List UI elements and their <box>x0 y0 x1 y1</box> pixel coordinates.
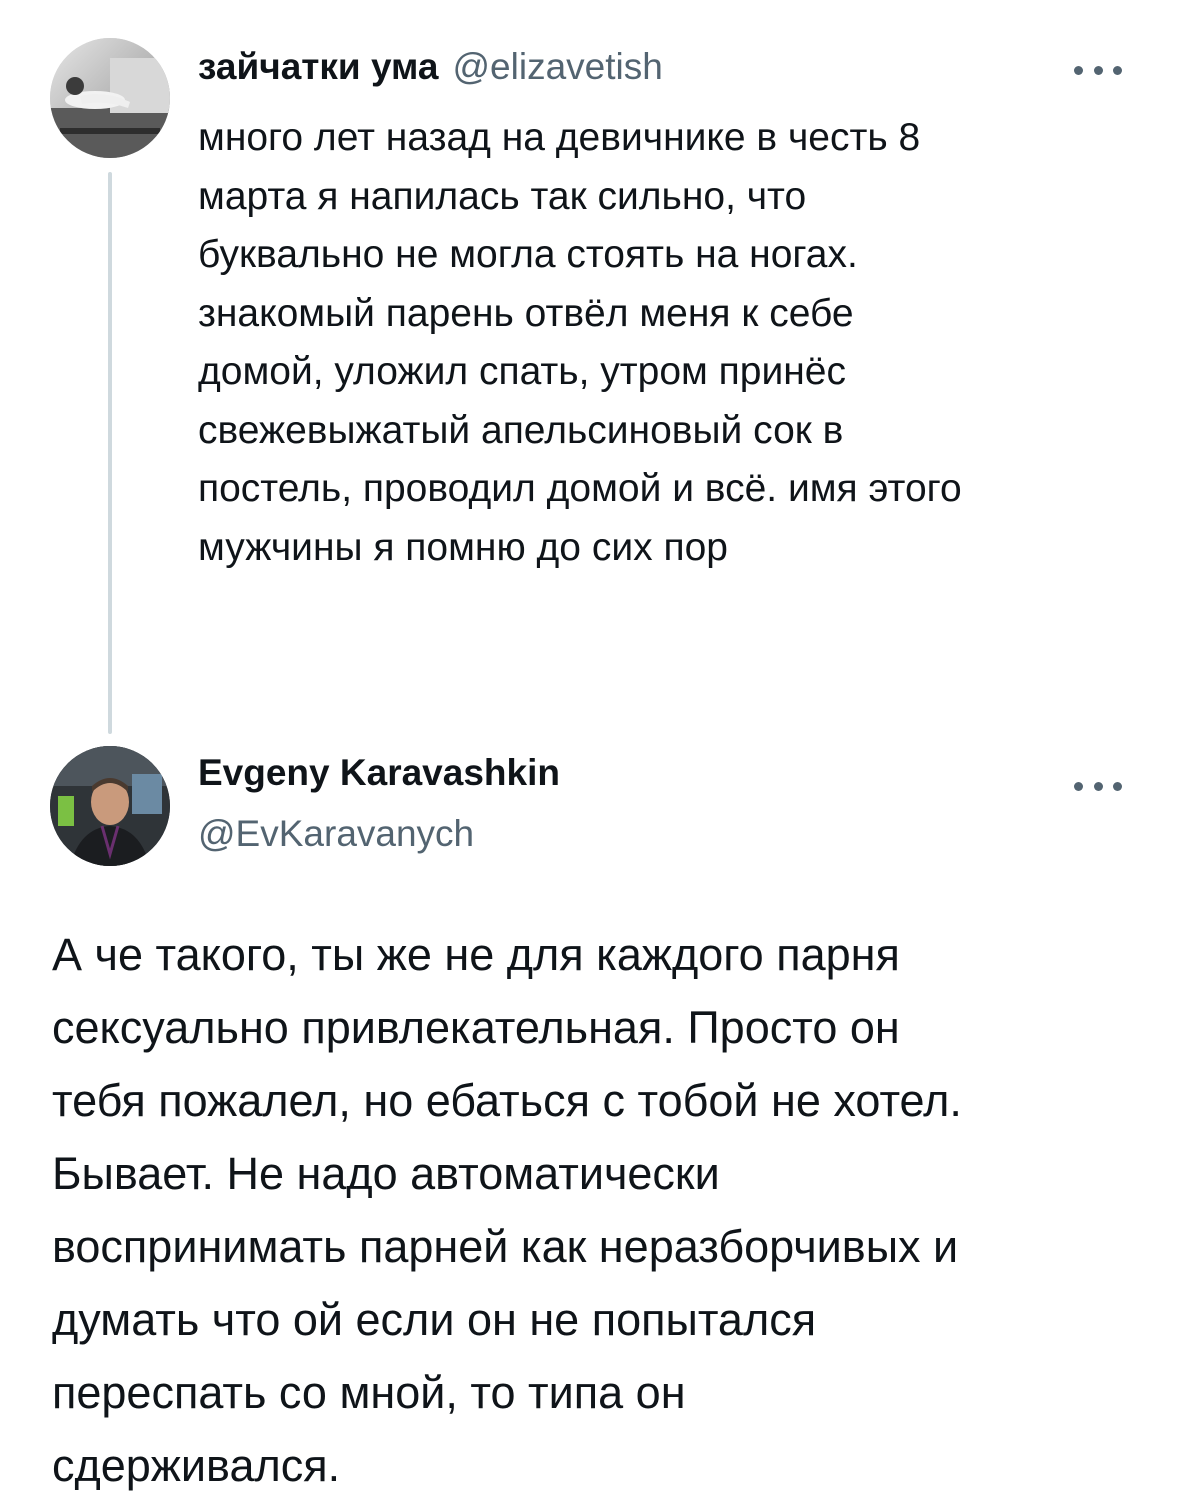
parent-tweet: зайчатки ума @elizavetish много лет наза… <box>0 0 1178 740</box>
thread-connector-line <box>108 172 112 734</box>
avatar-photo-icon <box>50 38 170 158</box>
avatar[interactable] <box>50 38 170 158</box>
tweet-text: много лет назад на девичнике в честь 8 м… <box>198 116 962 569</box>
display-name[interactable]: зайчатки ума <box>198 46 439 88</box>
more-horizontal-icon <box>1074 781 1083 791</box>
display-name[interactable]: Evgeny Karavashkin <box>198 752 560 794</box>
more-options-button[interactable] <box>1070 766 1126 806</box>
user-handle[interactable]: @EvKaravanych <box>198 813 474 855</box>
user-handle[interactable]: @elizavetish <box>453 46 663 88</box>
avatar-photo-icon <box>50 746 170 866</box>
more-horizontal-icon-dot <box>1113 781 1122 791</box>
tweet-text: А че такого, ты же не для каждого парня … <box>52 929 962 1491</box>
more-horizontal-icon <box>1074 65 1083 75</box>
more-horizontal-icon-dot <box>1093 781 1103 791</box>
tweet-header: зайчатки ума @elizavetish <box>198 46 663 96</box>
more-horizontal-icon-dot <box>1113 65 1122 75</box>
avatar[interactable] <box>50 746 170 866</box>
more-options-button[interactable] <box>1070 50 1126 90</box>
more-horizontal-icon-dot <box>1093 65 1103 75</box>
